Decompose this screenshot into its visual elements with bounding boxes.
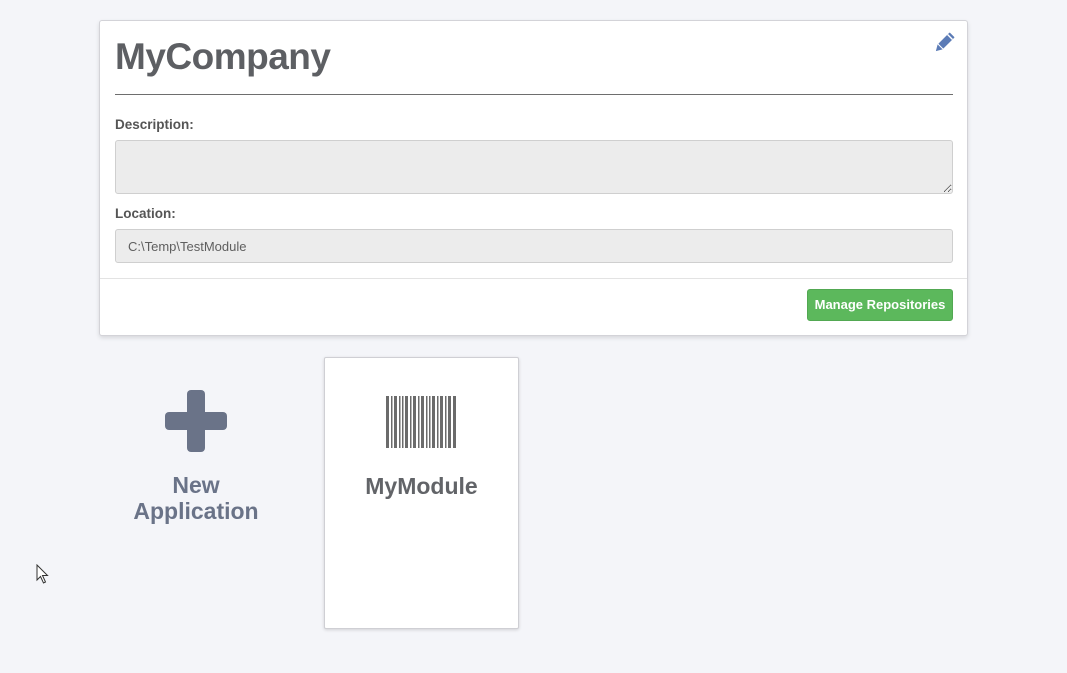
title-divider xyxy=(115,94,953,95)
module-name: MyModule xyxy=(365,473,478,499)
location-field[interactable] xyxy=(115,229,953,263)
card-footer-divider xyxy=(100,278,967,279)
location-label: Location: xyxy=(115,206,176,221)
pencil-icon xyxy=(935,32,955,52)
company-card: MyCompany Description: Location: Manage … xyxy=(99,20,968,336)
description-label: Description: xyxy=(115,117,194,132)
mouse-cursor-icon xyxy=(36,564,49,584)
company-title: MyCompany xyxy=(115,36,331,77)
module-card[interactable]: MyModule xyxy=(324,357,519,629)
plus-icon xyxy=(165,390,227,452)
manage-repositories-button[interactable]: Manage Repositories xyxy=(807,289,953,321)
barcode-icon xyxy=(386,396,456,448)
edit-company-button[interactable] xyxy=(932,31,956,55)
new-application-label: New Application xyxy=(99,472,293,524)
new-application-line1: New xyxy=(172,472,220,498)
new-application-button[interactable]: New Application xyxy=(99,380,293,540)
description-field[interactable] xyxy=(115,140,953,194)
new-application-line2: Application xyxy=(133,498,259,524)
